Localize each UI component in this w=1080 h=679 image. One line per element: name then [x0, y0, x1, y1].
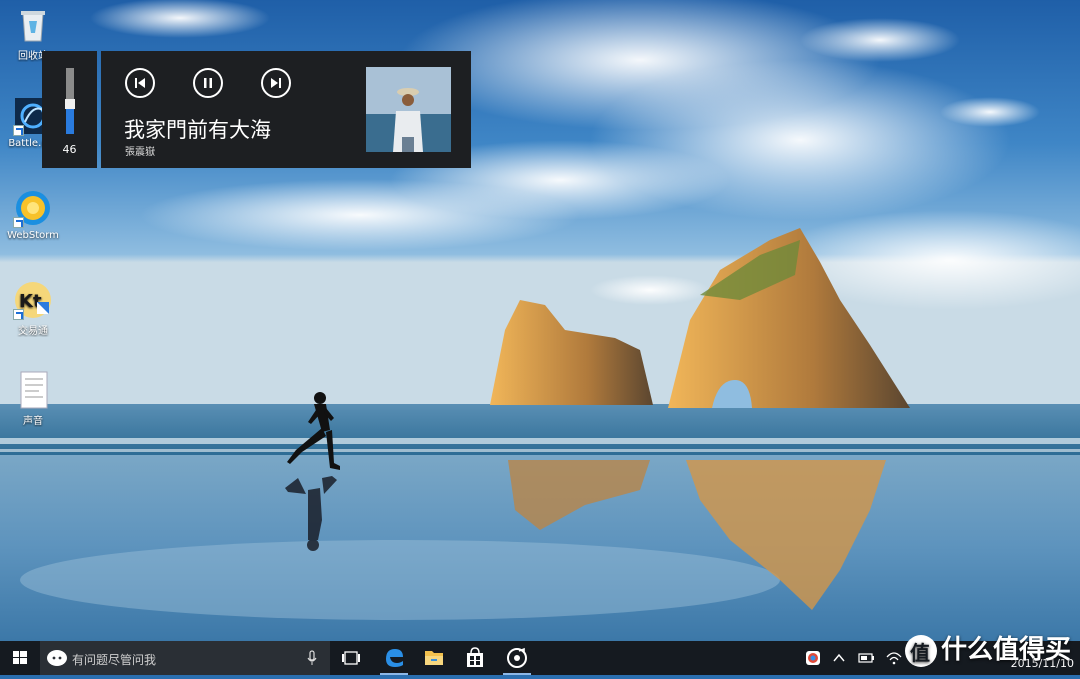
- network-indicator[interactable]: [884, 641, 904, 675]
- cortana-search-box[interactable]: 有问题尽管问我: [40, 641, 330, 675]
- shortcut-arrow-icon: [13, 125, 24, 136]
- next-icon: [271, 78, 281, 88]
- shortcut-arrow-icon: [13, 217, 24, 228]
- task-view-button[interactable]: [336, 641, 366, 675]
- previous-icon: [135, 78, 145, 88]
- volume-slider-thumb[interactable]: [65, 98, 75, 109]
- search-placeholder: 有问题尽管问我: [72, 653, 157, 667]
- media-controls-flyout: 我家門前有大海 張震嶽: [101, 51, 471, 168]
- webstorm-icon: [13, 188, 53, 228]
- trading-app-icon: Kt: [13, 280, 53, 320]
- taskbar-store[interactable]: [455, 641, 495, 675]
- task-view-icon: [342, 651, 360, 665]
- windows-logo-icon: [13, 651, 27, 664]
- battery-indicator[interactable]: [856, 641, 876, 675]
- desktop-icon-label: WebStorm: [7, 230, 59, 241]
- cortana-icon: [47, 650, 67, 666]
- track-title: 我家門前有大海: [124, 118, 271, 142]
- taskbar-file-explorer[interactable]: [414, 641, 454, 675]
- volume-slider[interactable]: [65, 68, 75, 134]
- desktop-icon-label: 声音: [23, 416, 43, 427]
- taskbar-edge[interactable]: [374, 641, 414, 675]
- site-watermark: 什么值得买: [905, 629, 1071, 667]
- edge-icon: [386, 649, 403, 667]
- watermark-text: 什么值得买: [941, 635, 1072, 665]
- show-hidden-icons-button[interactable]: [830, 641, 848, 675]
- start-button[interactable]: [0, 641, 40, 675]
- watermark-logo-icon: [905, 634, 937, 667]
- volume-level-label: 46: [62, 143, 77, 156]
- groove-icon: [507, 647, 527, 668]
- volume-flyout: 46: [42, 51, 97, 168]
- track-artist: 張震嶽: [125, 147, 155, 158]
- microphone-icon[interactable]: [307, 650, 317, 666]
- taskbar-groove-music[interactable]: [497, 641, 537, 675]
- recycle-bin-icon: [13, 5, 53, 45]
- wifi-icon: [886, 652, 902, 665]
- colorful-app-icon: [806, 651, 820, 665]
- shortcut-arrow-icon: [13, 309, 24, 320]
- desktop-icon-webstorm[interactable]: WebStorm: [4, 188, 62, 241]
- store-icon: [467, 647, 483, 667]
- next-track-button[interactable]: [261, 68, 291, 98]
- tray-app-icon[interactable]: [803, 641, 823, 675]
- desktop-icon-kuaiyi[interactable]: Kt 交易通: [4, 280, 62, 337]
- previous-track-button[interactable]: [125, 68, 155, 98]
- pause-button[interactable]: [193, 68, 223, 98]
- folder-icon: [425, 651, 443, 665]
- chevron-up-icon: [833, 653, 845, 662]
- pause-icon: [204, 78, 212, 88]
- battery-icon: [858, 653, 874, 663]
- album-art: [366, 67, 451, 152]
- document-icon: [13, 370, 53, 410]
- desktop-icon-label: 交易通: [18, 326, 48, 337]
- desktop-icon-sound-file[interactable]: 声音: [4, 370, 62, 427]
